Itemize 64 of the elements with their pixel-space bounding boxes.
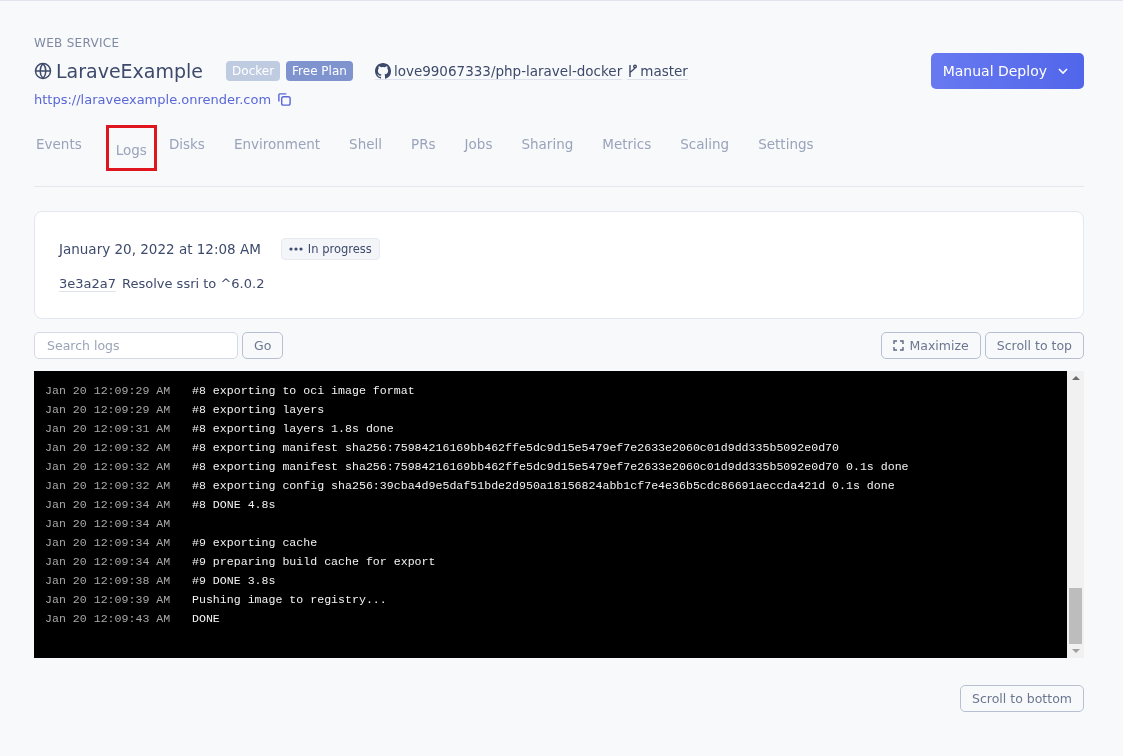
tab[interactable]: Events [34, 131, 95, 157]
log-message: #9 preparing build cache for export [191, 555, 436, 568]
tab[interactable]: Settings [756, 131, 827, 157]
commit-hash-link[interactable]: 3e3a2a7 [59, 276, 116, 292]
log-timestamp: Jan 20 12:09:34 AM [45, 516, 172, 531]
manual-deploy-button[interactable]: Manual Deploy [930, 53, 1084, 89]
scrollbar-thumb[interactable] [1069, 588, 1082, 644]
log-timestamp: Jan 20 12:09:29 AM [45, 402, 172, 417]
service-url-link[interactable]: https://laraveexample.onrender.com [34, 92, 272, 107]
go-button[interactable]: Go [242, 332, 284, 359]
service-type-label: WEB SERVICE [34, 36, 121, 50]
copy-icon[interactable] [277, 92, 293, 107]
scroll-to-top-button[interactable]: Scroll to top [984, 332, 1084, 359]
log-message: #9 DONE 3.8s [191, 574, 276, 587]
plan-badge: Docker [226, 61, 281, 81]
log-message: #8 exporting layers [191, 403, 325, 416]
branch-link[interactable]: master [627, 62, 688, 80]
github-icon [374, 62, 391, 79]
log-message: #9 exporting cache [191, 536, 318, 549]
plan-badge: Free Plan [286, 61, 353, 81]
log-message: #8 exporting manifest sha256:75984216169bb462ffe5dc9d15e5479ef7e2633e2060c01d9dd335b5092e0d70 0.1s done [191, 460, 909, 473]
scroll-up-icon[interactable] [1071, 375, 1080, 381]
log-timestamp: Jan 20 12:09:32 AM [45, 440, 172, 455]
tab[interactable]: Shell [347, 131, 396, 157]
tab[interactable]: Disks [166, 131, 218, 157]
status-badge: In progress [280, 238, 380, 260]
log-message: #8 exporting layers 1.8s done [191, 422, 394, 435]
maximize-icon [892, 340, 904, 351]
tab[interactable]: Jobs [462, 131, 506, 157]
log-timestamp: Jan 20 12:09:34 AM [45, 535, 172, 550]
maximize-button[interactable]: Maximize [880, 332, 981, 359]
tab[interactable]: Logs [108, 128, 154, 168]
log-message: DONE [191, 612, 220, 625]
tab[interactable]: Metrics [600, 131, 665, 157]
log-timestamp: Jan 20 12:09:31 AM [45, 421, 172, 436]
tab[interactable]: Environment [231, 131, 334, 157]
log-timestamp: Jan 20 12:09:34 AM [45, 554, 172, 569]
commit-message: Resolve ssri to ^6.0.2 [122, 276, 265, 292]
service-name: LaraveExample [56, 60, 204, 82]
scrollbar[interactable] [1067, 371, 1084, 658]
log-timestamp: Jan 20 12:09:32 AM [45, 459, 172, 474]
log-timestamp: Jan 20 12:09:39 AM [45, 592, 172, 607]
log-message: Pushing image to registry... [191, 593, 387, 606]
search-logs-field[interactable]: Search logs [34, 332, 238, 359]
log-timestamp: Jan 20 12:09:34 AM [45, 497, 172, 512]
log-timestamp: Jan 20 12:09:38 AM [45, 573, 172, 588]
log-message: #8 exporting manifest sha256:75984216169bb462ffe5dc9d15e5479ef7e2633e2060c01d9dd335b5092e0d70 [191, 441, 839, 454]
tab[interactable]: PRs [409, 131, 449, 157]
tab[interactable]: Sharing [519, 131, 587, 157]
tab[interactable]: Scaling [678, 131, 743, 157]
scroll-to-bottom-button[interactable]: Scroll to bottom [960, 685, 1084, 712]
log-message: #8 DONE 4.8s [191, 498, 276, 511]
log-timestamp: Jan 20 12:09:29 AM [45, 383, 172, 398]
dots-icon [288, 247, 303, 251]
repository-link[interactable]: love99067333/php-laravel-docker [374, 62, 623, 80]
branch-icon [627, 63, 638, 78]
scroll-down-icon[interactable] [1071, 648, 1080, 654]
chevron-down-icon [1057, 67, 1069, 75]
deploy-date: January 20, 2022 at 12:08 AM [59, 241, 261, 257]
log-timestamp: Jan 20 12:09:32 AM [45, 478, 172, 493]
log-message: #8 exporting config sha256:39cba4d9e5daf51bde2d950a18156824abb1cf7e4e36b5cdc86691aeccda421d 0.1s done [191, 479, 895, 492]
log-message: #8 exporting to oci image format [191, 384, 415, 397]
globe-icon [34, 62, 52, 80]
log-timestamp: Jan 20 12:09:43 AM [45, 611, 172, 626]
